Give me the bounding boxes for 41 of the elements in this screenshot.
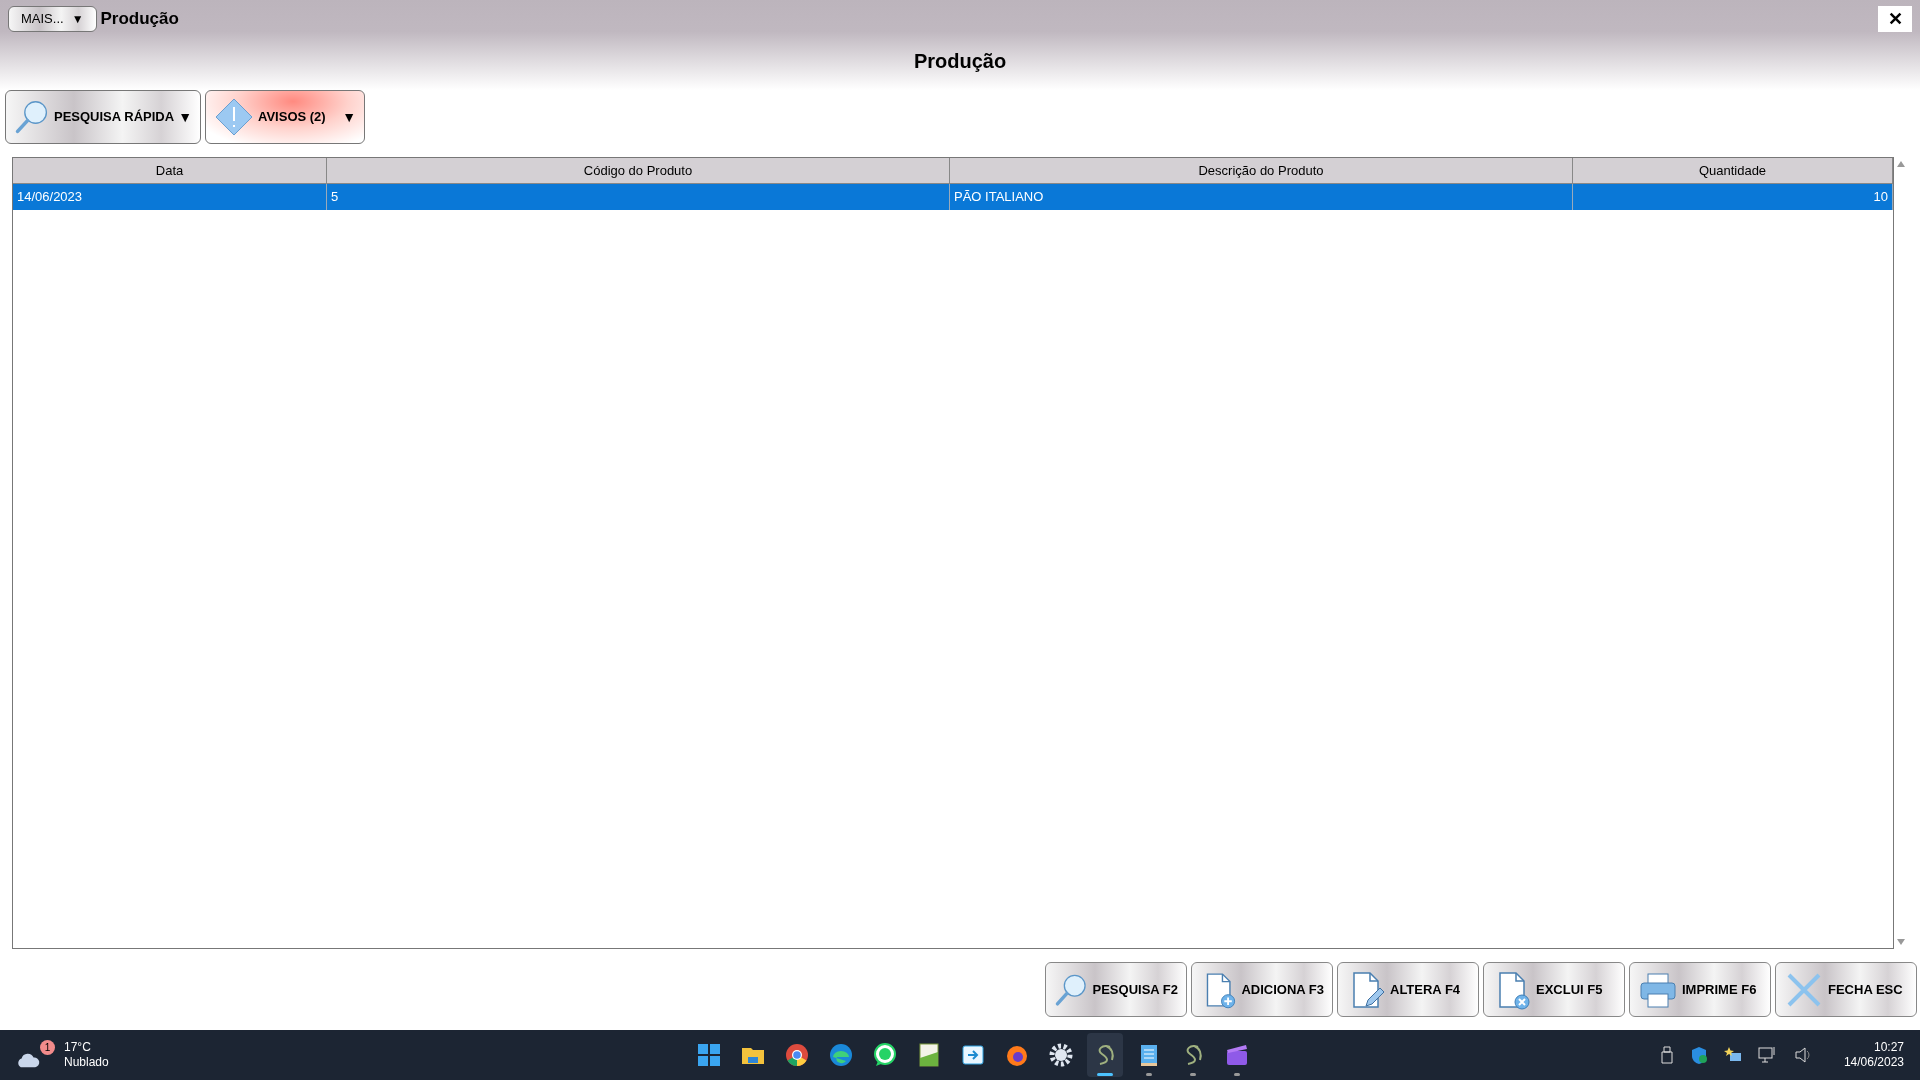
usb-drive-icon[interactable]	[1659, 1046, 1674, 1064]
table-cell: 10	[1573, 184, 1893, 210]
star-window-icon[interactable]	[1723, 1046, 1742, 1064]
scroll-down-icon[interactable]	[1897, 939, 1905, 945]
running-indicator	[1096, 1073, 1113, 1076]
running-indicator	[1189, 1073, 1196, 1076]
scroll-up-icon[interactable]	[1897, 161, 1905, 167]
page-heading: Produção	[913, 49, 1007, 74]
browser-icon	[783, 1042, 810, 1068]
table-row[interactable]: 14/06/2023 5 PÃO ITALIANO 10	[13, 184, 1893, 210]
action-button[interactable]: EXCLUI F5	[1483, 962, 1625, 1017]
clock[interactable]: 10:27 14/06/2023	[1843, 1040, 1904, 1070]
windows-start-icon	[695, 1042, 722, 1068]
action-button[interactable]: PESQUISA F2	[1045, 962, 1187, 1017]
action-button[interactable]: IMPRIME F6	[1629, 962, 1771, 1017]
action-button[interactable]: ALTERA F4	[1337, 962, 1479, 1017]
window-title: Produção	[100, 8, 179, 31]
table-cell: PÃO ITALIANO	[950, 184, 1573, 210]
browser-icon	[827, 1042, 854, 1068]
taskbar-app-button[interactable]	[1086, 1033, 1123, 1077]
weather-condition: Nublado	[64, 1055, 109, 1070]
table-cell: 5	[327, 184, 950, 210]
table-cell: 14/06/2023	[13, 184, 327, 210]
warnings-button[interactable]: AVISOS (2) ▼	[205, 90, 365, 144]
quick-search-button[interactable]: PESQUISA RÁPIDA ▼	[5, 90, 201, 144]
gear-icon	[1047, 1042, 1074, 1068]
arrow-window-icon	[959, 1042, 986, 1068]
action-button[interactable]: ADICIONA F3	[1191, 962, 1333, 1017]
shield-icon[interactable]	[1689, 1046, 1708, 1064]
chat-icon	[871, 1042, 898, 1068]
close-button[interactable]: ✕	[1878, 6, 1912, 32]
more-menu-button[interactable]: MAIS... ▼	[8, 6, 97, 32]
network-icon[interactable]	[1757, 1046, 1778, 1064]
warning-icon	[214, 97, 254, 137]
running-indicator	[1233, 1073, 1240, 1076]
cloud-icon[interactable]	[16, 1052, 40, 1068]
volume-icon[interactable]	[1793, 1046, 1812, 1064]
weather-temperature: 17°C	[64, 1040, 92, 1055]
notification-badge: 1	[40, 1040, 55, 1055]
running-indicator	[1145, 1073, 1152, 1076]
action-button[interactable]: FECHA ESC	[1775, 962, 1917, 1017]
